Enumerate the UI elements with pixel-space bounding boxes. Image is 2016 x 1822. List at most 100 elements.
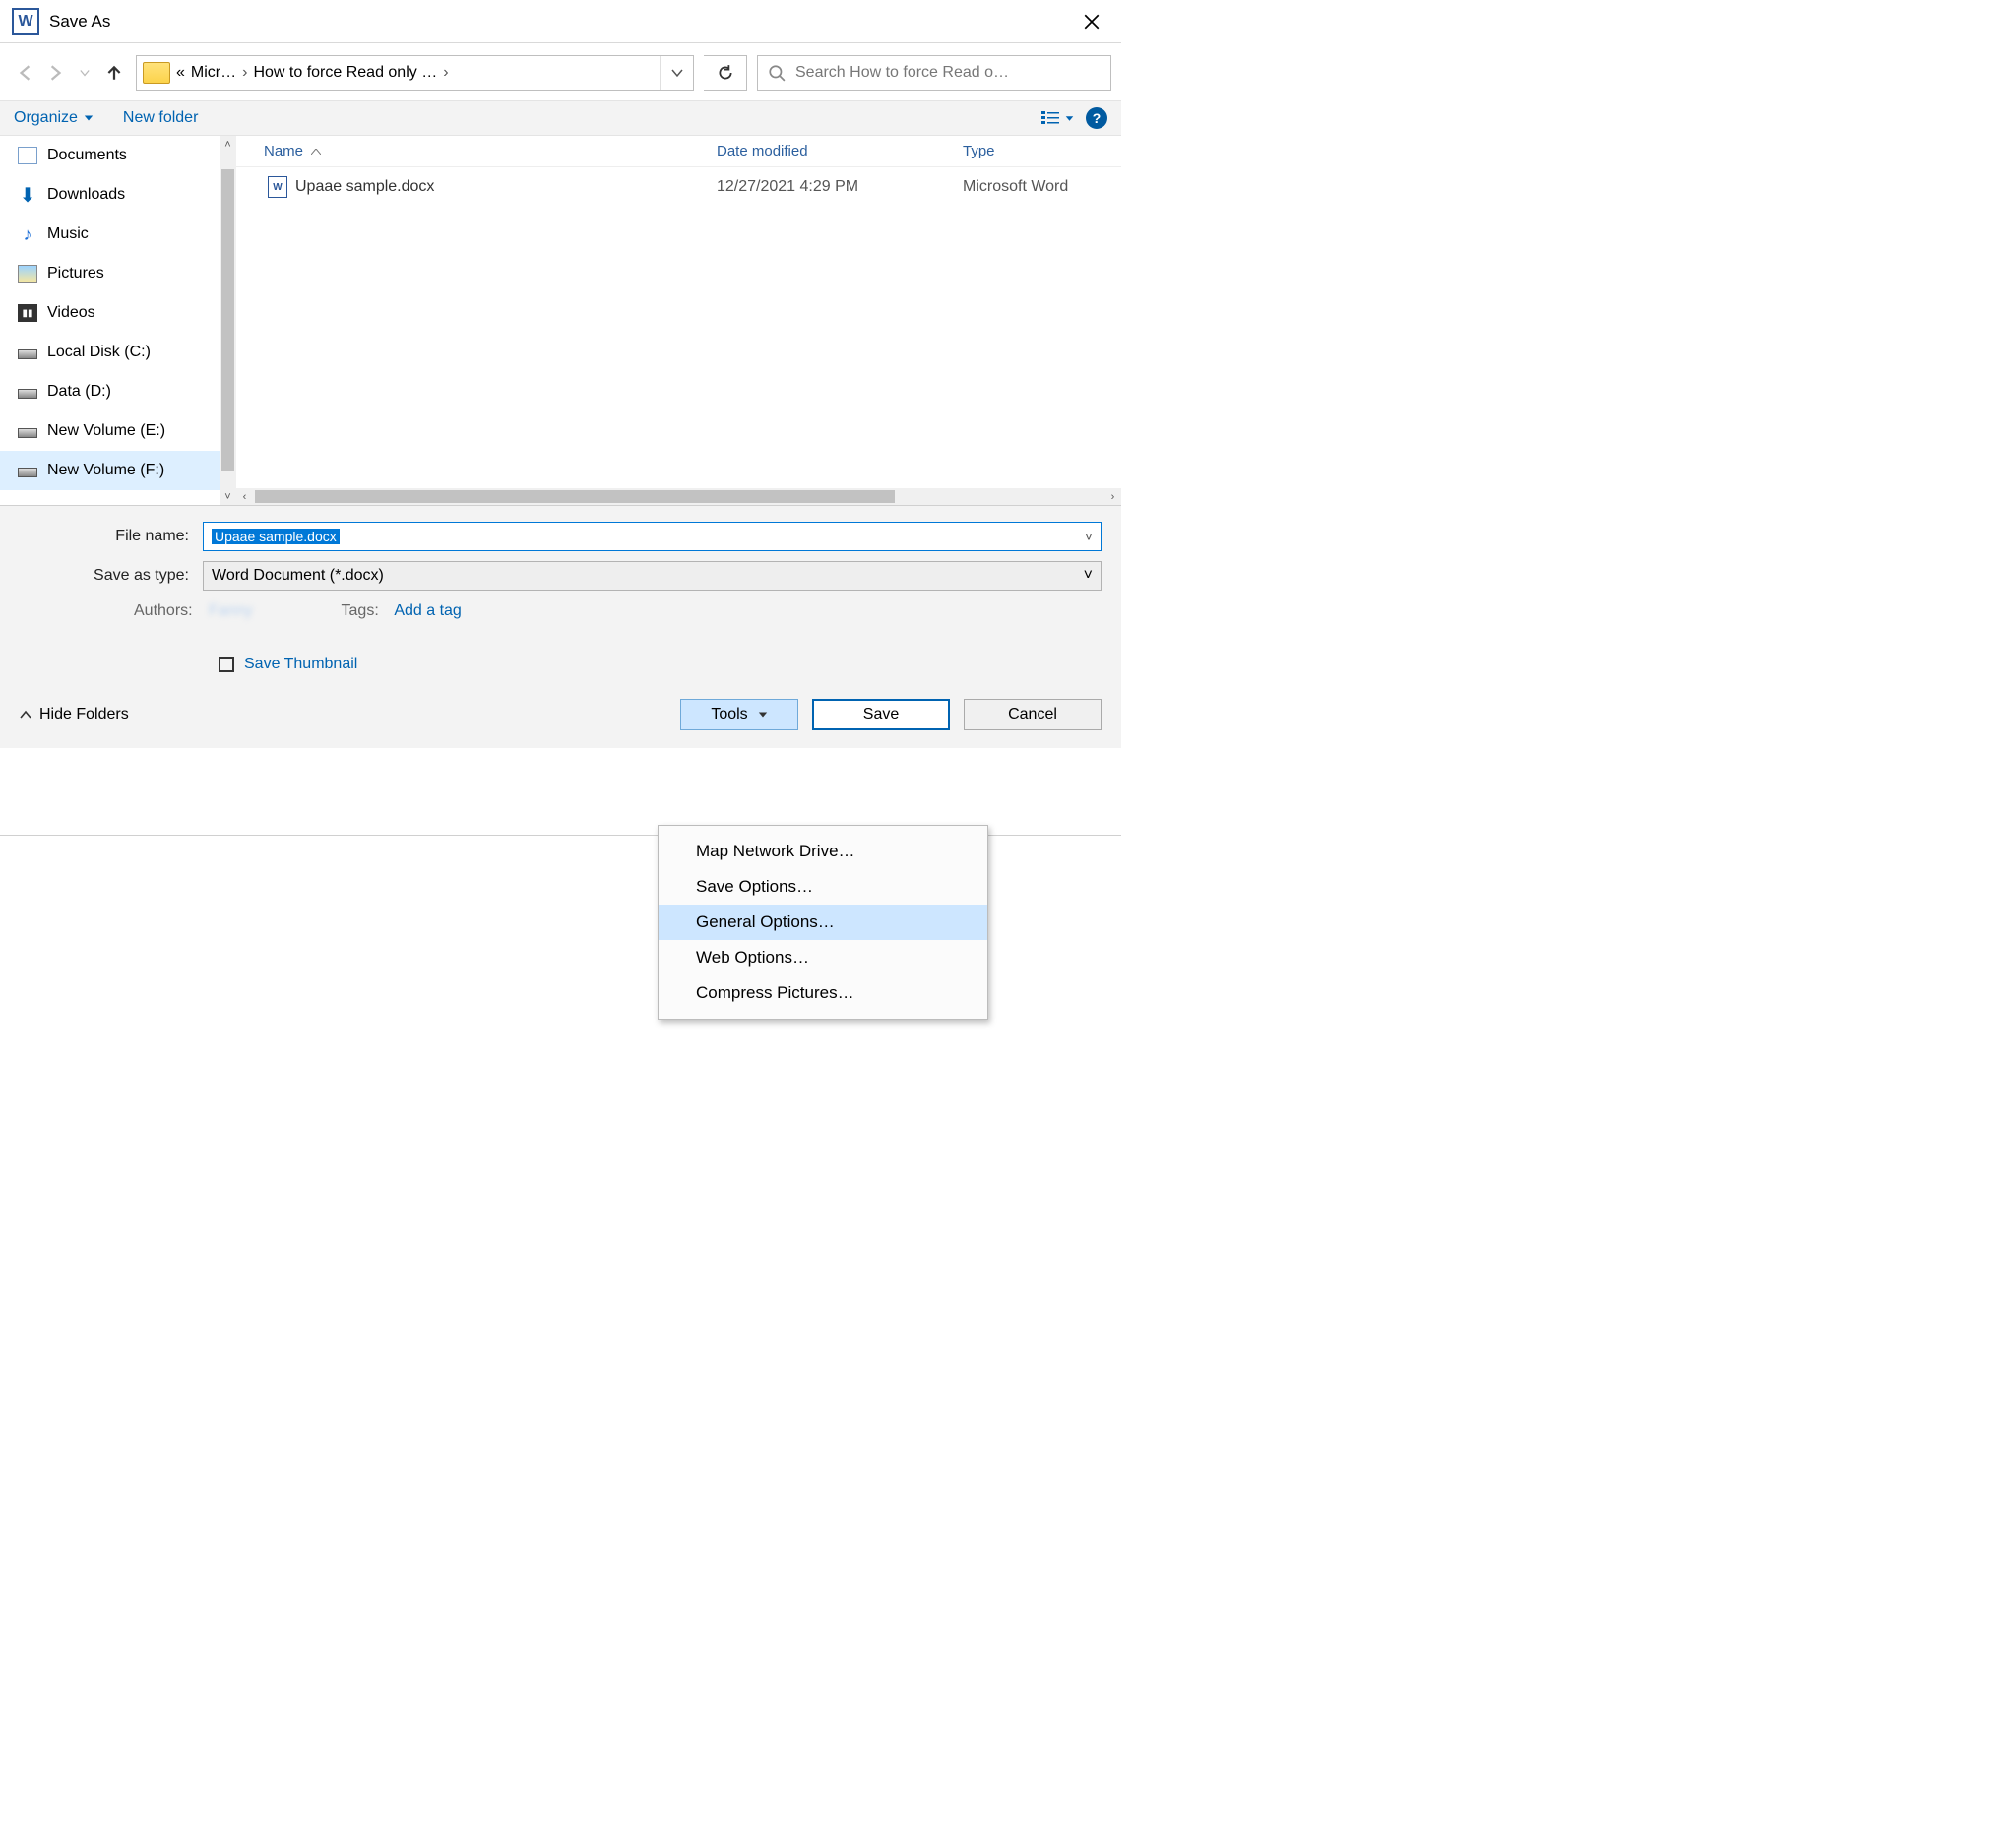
cancel-button[interactable]: Cancel — [964, 699, 1102, 730]
tree-item-videos[interactable]: ▮▮ Videos — [0, 293, 236, 333]
save-thumbnail-checkbox[interactable] — [219, 657, 234, 672]
tools-menu-item-map-network-drive[interactable]: Map Network Drive… — [659, 834, 987, 869]
chevron-right-icon: › — [242, 64, 247, 82]
column-type[interactable]: Type — [963, 143, 1121, 159]
refresh-button[interactable] — [704, 55, 747, 91]
up-button[interactable] — [102, 61, 126, 85]
back-button[interactable] — [14, 61, 37, 85]
toolbar: Organize New folder ? — [0, 101, 1121, 136]
hide-folders-toggle[interactable]: Hide Folders — [20, 706, 129, 723]
docx-file-icon — [268, 176, 287, 198]
breadcrumb-2[interactable]: How to force Read only … — [253, 64, 437, 82]
dialog-bottom: Hide Folders Tools Save Cancel — [0, 677, 1121, 748]
nav-row: « Micr… › How to force Read only … › Sea… — [0, 43, 1121, 101]
scroll-thumb[interactable] — [255, 490, 895, 503]
combobox-dropdown-icon: ˅ — [1084, 567, 1093, 585]
column-date[interactable]: Date modified — [717, 143, 963, 159]
disk-drive-icon — [18, 349, 37, 359]
tree-item-local-disk-c-[interactable]: Local Disk (C:) — [0, 333, 236, 372]
address-bar[interactable]: « Micr… › How to force Read only … › — [136, 55, 694, 91]
file-date-modified: 12/27/2021 4:29 PM — [717, 178, 963, 196]
tools-menu-item-general-options[interactable]: General Options… — [659, 905, 987, 940]
filename-input[interactable]: Upaae sample.docx ˅ — [203, 522, 1102, 551]
column-headers[interactable]: Name Date modified Type — [236, 136, 1121, 167]
disk-drive-icon — [18, 428, 37, 438]
file-type: Microsoft Word — [963, 178, 1121, 196]
column-name[interactable]: Name — [264, 143, 303, 159]
search-input[interactable]: Search How to force Read o… — [757, 55, 1111, 91]
listing-horizontal-scrollbar[interactable]: ‹ › — [236, 488, 1121, 505]
tree-vertical-scrollbar[interactable]: ˄ ˅ — [220, 136, 236, 505]
filename-label: File name: — [35, 528, 203, 545]
tree-item-documents[interactable]: Documents — [0, 136, 236, 175]
authors-label: Authors: — [134, 602, 193, 619]
search-placeholder: Search How to force Read o… — [795, 64, 1009, 82]
disk-drive-icon — [18, 389, 37, 399]
folder-tree[interactable]: Documents ⬇ Downloads ♪ Music Pictures ▮▮ Video… — [0, 136, 236, 505]
chevron-right-icon: › — [443, 64, 448, 82]
tree-item-new-volume-f-[interactable]: New Volume (F:) — [0, 451, 236, 490]
downloads-folder-icon: ⬇ — [18, 186, 37, 204]
authors-value[interactable]: Fanny — [209, 602, 252, 619]
tree-item-pictures[interactable]: Pictures — [0, 254, 236, 293]
search-icon — [768, 64, 786, 82]
scroll-down-button[interactable]: ˅ — [220, 488, 236, 505]
tree-item-label: Videos — [47, 304, 95, 322]
save-thumbnail-label[interactable]: Save Thumbnail — [244, 656, 357, 673]
folder-icon — [143, 62, 170, 84]
scroll-thumb[interactable] — [221, 169, 234, 471]
help-icon[interactable]: ? — [1086, 107, 1107, 129]
chevron-up-icon — [20, 709, 32, 721]
sort-indicator-icon — [311, 149, 321, 155]
music-folder-icon: ♪ — [18, 225, 37, 243]
add-tag-link[interactable]: Add a tag — [394, 602, 462, 619]
tree-item-label: New Volume (F:) — [47, 462, 164, 479]
tools-menu-item-compress-pictures[interactable]: Compress Pictures… — [659, 975, 987, 1011]
save-form: File name: Upaae sample.docx ˅ Save as t… — [0, 506, 1121, 677]
chevron-down-icon — [84, 113, 94, 123]
combobox-dropdown-icon[interactable]: ˅ — [1085, 529, 1093, 544]
window-title: Save As — [49, 12, 110, 31]
tools-menu-item-web-options[interactable]: Web Options… — [659, 940, 987, 975]
saveastype-label: Save as type: — [35, 567, 203, 585]
disk-drive-icon — [18, 468, 37, 477]
save-button[interactable]: Save — [812, 699, 950, 730]
tree-item-label: Pictures — [47, 265, 104, 283]
tags-label: Tags: — [342, 602, 379, 619]
tree-item-label: Music — [47, 225, 89, 243]
documents-folder-icon — [18, 147, 37, 164]
file-name: Upaae sample.docx — [295, 178, 434, 196]
tools-menu-item-save-options[interactable]: Save Options… — [659, 869, 987, 905]
breadcrumb-prefix: « — [176, 64, 185, 82]
word-app-icon: W — [12, 8, 39, 35]
scroll-right-button[interactable]: › — [1104, 491, 1121, 503]
tree-item-label: Local Disk (C:) — [47, 344, 151, 361]
file-row[interactable]: Upaae sample.docx 12/27/2021 4:29 PM Mic… — [236, 167, 1121, 207]
tree-item-downloads[interactable]: ⬇ Downloads — [0, 175, 236, 215]
tools-menu[interactable]: Map Network Drive…Save Options…General O… — [658, 825, 988, 1020]
new-folder-button[interactable]: New folder — [123, 109, 198, 127]
saveastype-select[interactable]: Word Document (*.docx) ˅ — [203, 561, 1102, 591]
scroll-left-button[interactable]: ‹ — [236, 491, 253, 503]
address-dropdown-button[interactable] — [660, 56, 693, 90]
tree-item-data-d-[interactable]: Data (D:) — [0, 372, 236, 411]
chevron-down-icon — [1065, 114, 1074, 123]
tree-item-label: Downloads — [47, 186, 125, 204]
tree-item-label: Documents — [47, 147, 127, 164]
file-listing: Name Date modified Type Upaae sample.doc… — [236, 136, 1121, 505]
scroll-up-button[interactable]: ˄ — [220, 136, 236, 153]
details-view-icon — [1041, 110, 1061, 126]
view-options-button[interactable] — [1041, 110, 1074, 126]
close-icon[interactable] — [1072, 7, 1111, 36]
videos-folder-icon: ▮▮ — [18, 304, 37, 322]
tree-item-new-volume-e-[interactable]: New Volume (E:) — [0, 411, 236, 451]
recent-dropdown-button[interactable] — [73, 61, 96, 85]
titlebar: W Save As — [0, 0, 1121, 43]
tools-button[interactable]: Tools — [680, 699, 798, 730]
organize-button[interactable]: Organize — [14, 109, 94, 127]
tree-item-label: New Volume (E:) — [47, 422, 165, 440]
tree-item-label: Data (D:) — [47, 383, 111, 401]
tree-item-music[interactable]: ♪ Music — [0, 215, 236, 254]
breadcrumb-1[interactable]: Micr… — [191, 64, 236, 82]
forward-button[interactable] — [43, 61, 67, 85]
